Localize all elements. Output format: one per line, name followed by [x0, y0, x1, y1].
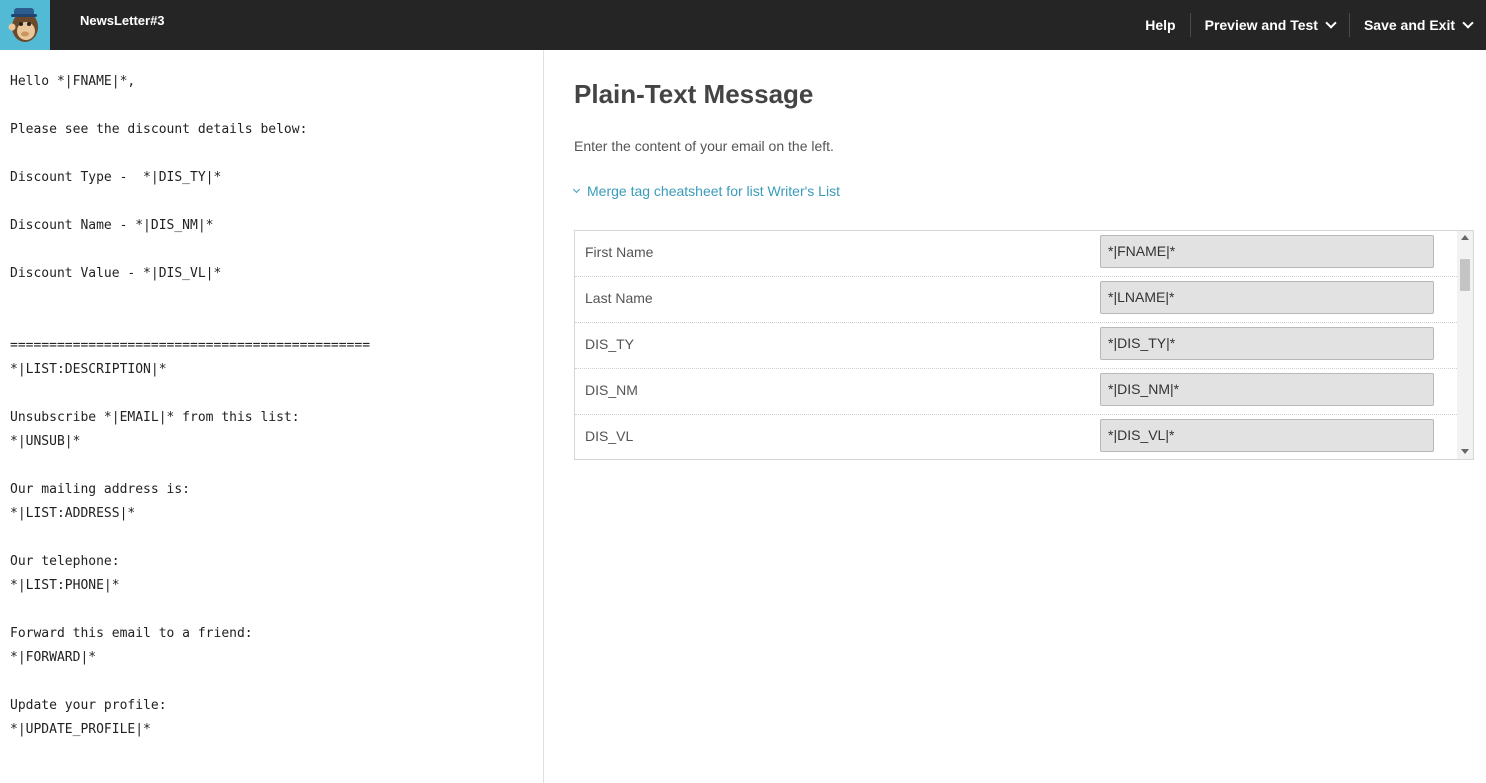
preview-and-test-button[interactable]: Preview and Test: [1191, 13, 1349, 37]
table-row: DIS_TY *|DIS_TY|*: [575, 323, 1473, 369]
tag-name: DIS_VL: [585, 428, 634, 444]
tag-name: DIS_TY: [585, 336, 635, 352]
help-link[interactable]: Help: [1131, 13, 1189, 37]
preview-label: Preview and Test: [1204, 17, 1318, 33]
scroll-thumb[interactable]: [1460, 259, 1470, 291]
newsletter-title: NewsLetter#3: [80, 13, 165, 28]
chimp-icon: [8, 8, 38, 42]
tag-value-field[interactable]: *|DIS_VL|*: [1100, 419, 1434, 452]
table-row: Last Name *|LNAME|*: [575, 277, 1473, 323]
intro-text: Enter the content of your email on the l…: [574, 138, 834, 154]
cheatsheet-link-label: Merge tag cheatsheet for list Writer's L…: [587, 183, 840, 199]
mailchimp-logo[interactable]: [0, 0, 50, 50]
plain-text-editor-pane: Hello *|FNAME|*, Please see the discount…: [0, 50, 544, 783]
save-label: Save and Exit: [1363, 17, 1455, 33]
chevron-down-icon: [572, 185, 581, 194]
plain-text-editor[interactable]: Hello *|FNAME|*, Please see the discount…: [0, 50, 543, 762]
table-row: First Name *|FNAME|*: [575, 231, 1473, 277]
scroll-down-arrow-icon[interactable]: [1461, 449, 1469, 454]
tag-value-field[interactable]: *|FNAME|*: [1100, 235, 1434, 268]
tag-value-field[interactable]: *|DIS_NM|*: [1100, 373, 1434, 406]
top-bar: NewsLetter#3 Help Preview and Test Save …: [0, 0, 1486, 50]
tag-value-field[interactable]: *|DIS_TY|*: [1100, 327, 1434, 360]
save-and-exit-button[interactable]: Save and Exit: [1350, 13, 1486, 37]
tag-name: DIS_NM: [585, 382, 638, 398]
top-nav: Help Preview and Test Save and Exit: [1131, 0, 1486, 50]
chevron-down-icon: [1325, 17, 1337, 29]
table-scrollbar[interactable]: [1457, 231, 1473, 459]
tag-name: First Name: [585, 244, 654, 260]
merge-tag-table: First Name *|FNAME|* Last Name *|LNAME|*…: [574, 230, 1474, 460]
page-title: Plain-Text Message: [574, 79, 814, 109]
chevron-down-icon: [1462, 17, 1474, 29]
tag-value-field[interactable]: *|LNAME|*: [1100, 281, 1434, 314]
table-row: DIS_VL *|DIS_VL|*: [575, 415, 1473, 459]
tag-name: Last Name: [585, 290, 653, 306]
merge-tag-cheatsheet-toggle[interactable]: Merge tag cheatsheet for list Writer's L…: [572, 183, 840, 199]
table-row: DIS_NM *|DIS_NM|*: [575, 369, 1473, 415]
help-label: Help: [1145, 17, 1176, 33]
scroll-up-arrow-icon[interactable]: [1461, 235, 1469, 240]
